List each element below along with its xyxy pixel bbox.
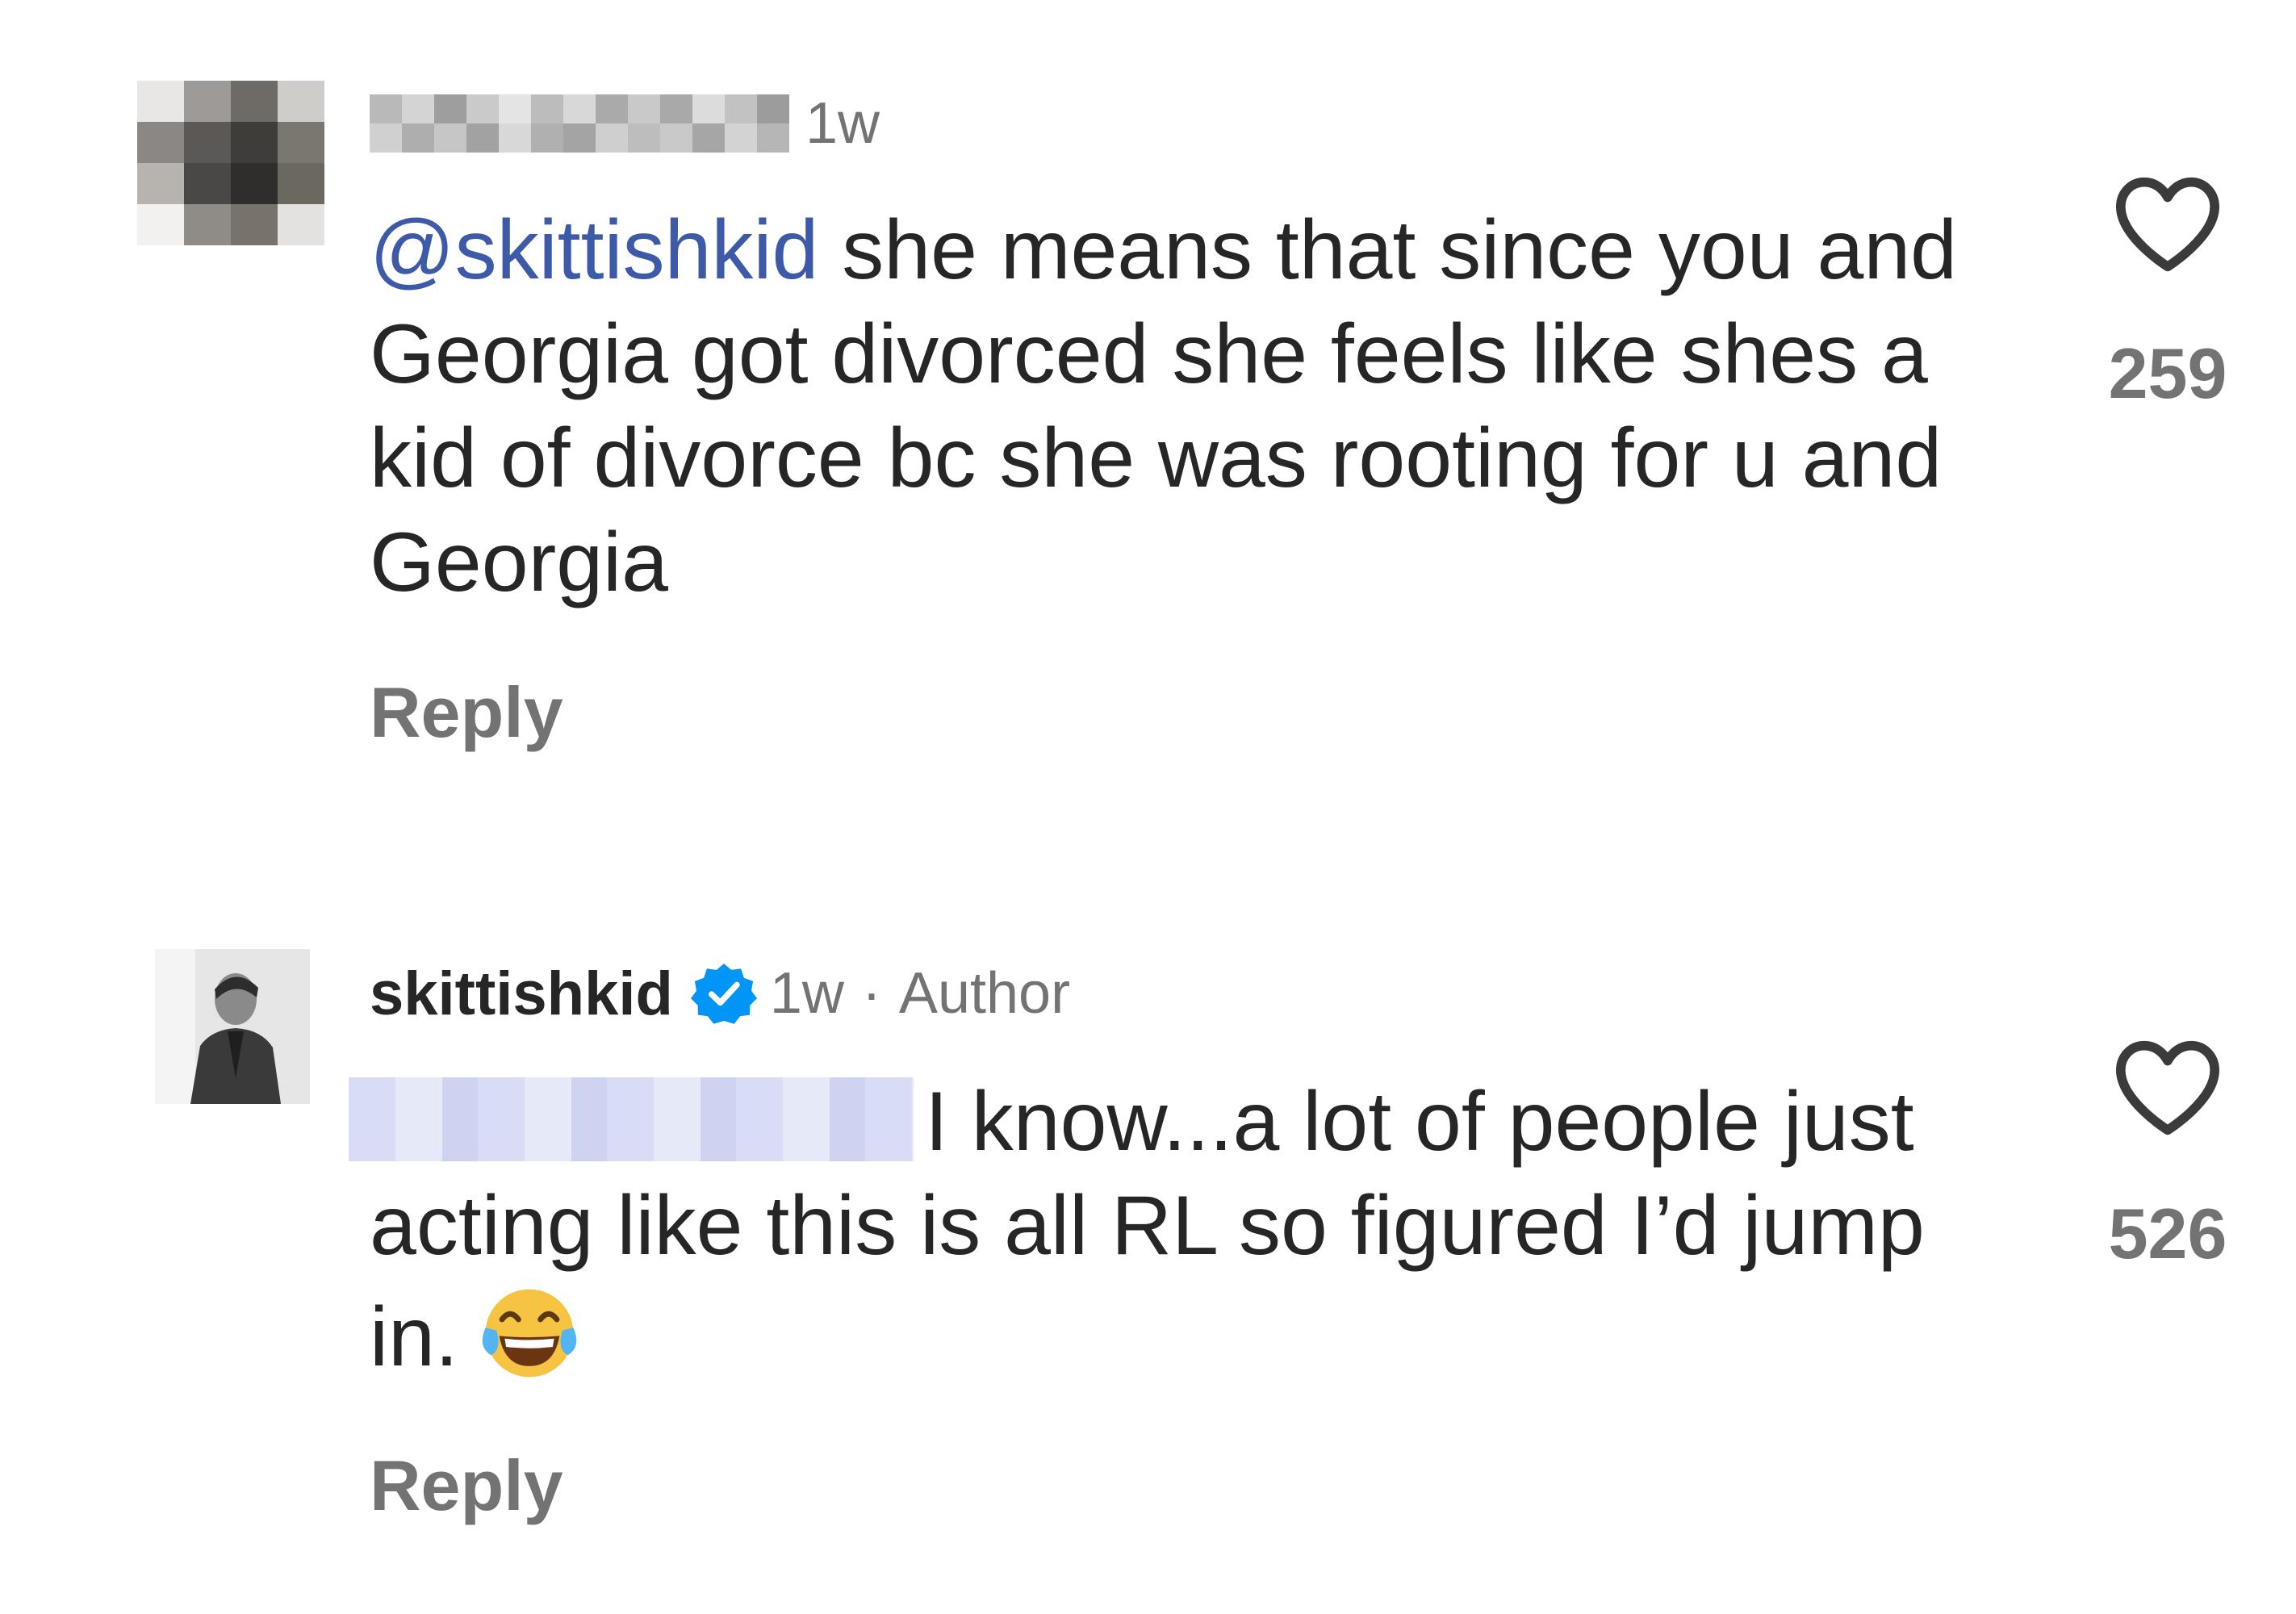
redacted-mention: [349, 1077, 914, 1161]
comment-text: @skittishkid she means that since you an…: [370, 199, 1984, 615]
redacted-username: [370, 94, 789, 153]
comment-time: 1w: [769, 961, 844, 1026]
reply-button[interactable]: Reply: [370, 1445, 563, 1527]
comment-header: skittishkid 1w · Author: [370, 957, 1070, 1030]
avatar-photo: [155, 949, 310, 1104]
comment-header: 1w: [370, 87, 880, 160]
meta-separator: ·: [861, 961, 881, 1026]
username-link[interactable]: skittishkid: [370, 959, 673, 1029]
avatar[interactable]: [137, 81, 324, 245]
heart-outline-icon[interactable]: [2111, 1036, 2224, 1139]
reply-button[interactable]: Reply: [370, 671, 563, 754]
like-count: 259: [2108, 333, 2227, 413]
user-mention-link[interactable]: @skittishkid: [370, 203, 818, 297]
comment-text: I know...a lot of people just acting lik…: [349, 1070, 1984, 1390]
verified-badge-icon: [690, 964, 757, 1024]
face-with-tears-of-joy-icon: [482, 1289, 577, 1378]
heart-outline-icon[interactable]: [2111, 173, 2224, 276]
author-badge: Author: [898, 961, 1071, 1026]
avatar[interactable]: [155, 949, 310, 1104]
like-count: 526: [2108, 1194, 2227, 1273]
comment-time: 1w: [805, 91, 880, 156]
